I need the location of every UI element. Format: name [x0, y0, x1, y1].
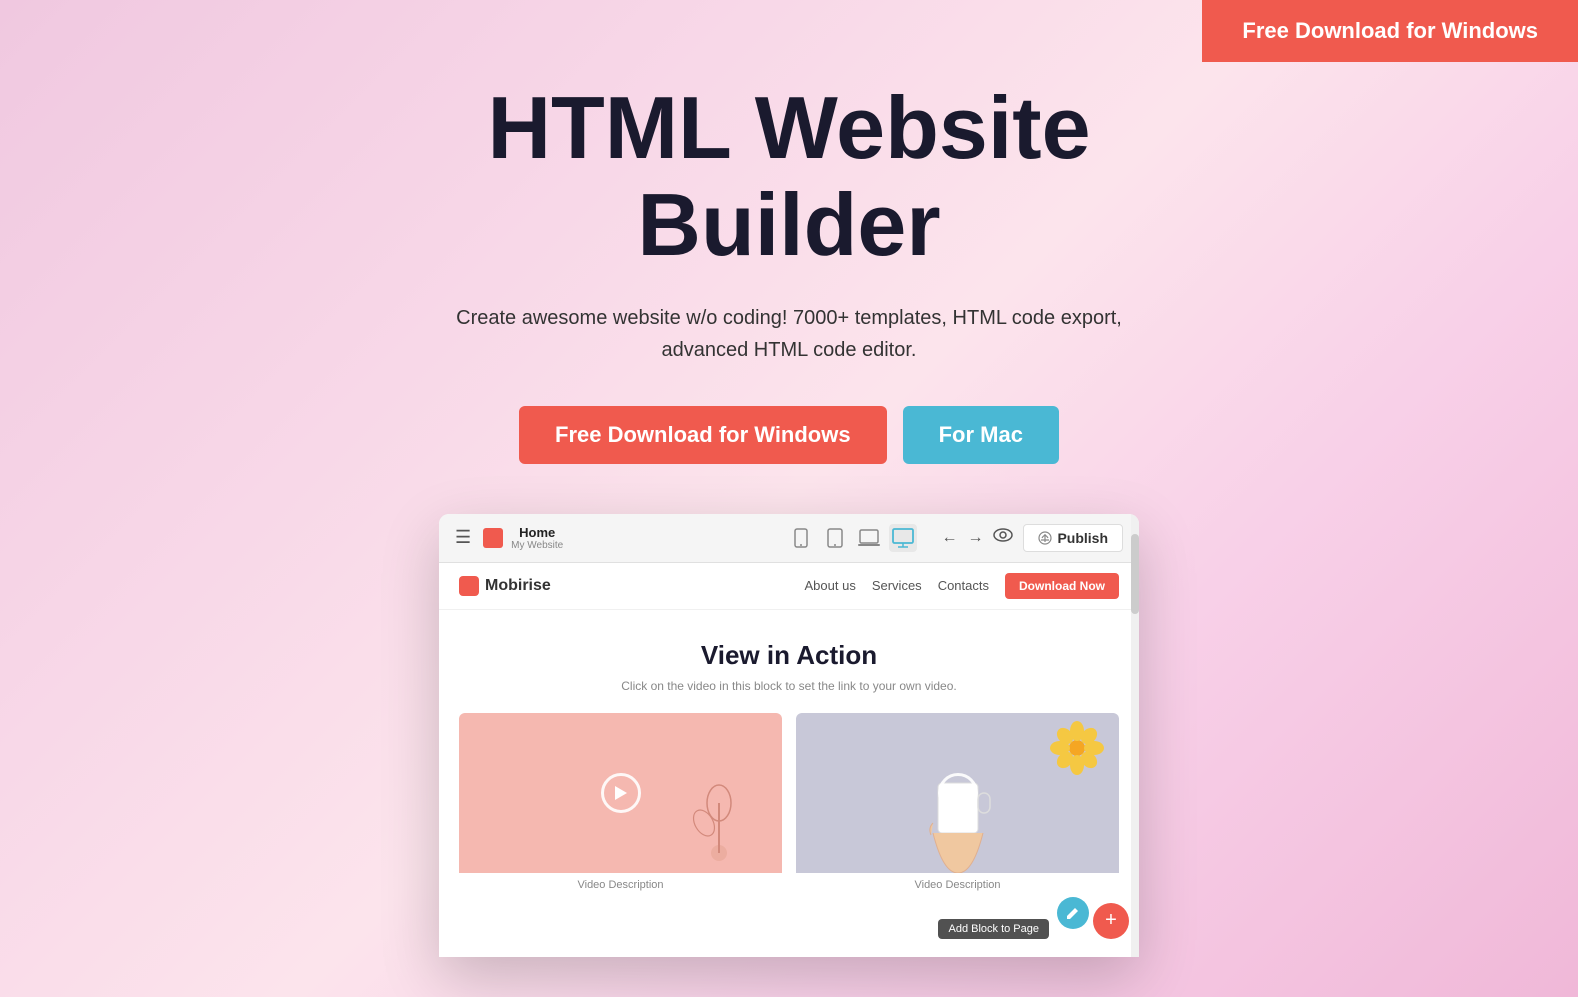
browser-mockup: ☰ Home My Website [439, 514, 1139, 957]
hero-section: HTML WebsiteBuilder Create awesome websi… [0, 0, 1578, 997]
preview-icon[interactable] [993, 528, 1013, 547]
publish-label: Publish [1057, 530, 1108, 546]
video-thumb-1 [459, 713, 782, 873]
video-card-2[interactable]: Video Description [796, 713, 1119, 897]
site-nav: Mobirise About us Services Contacts Down… [439, 563, 1139, 610]
edit-fab-button[interactable] [1057, 897, 1089, 929]
mobile-icon[interactable] [787, 524, 815, 552]
nav-contacts[interactable]: Contacts [938, 578, 989, 593]
page-info: Home My Website [483, 525, 563, 551]
top-download-button[interactable]: Free Download for Windows [1202, 0, 1578, 62]
nav-links: About us Services Contacts Download Now [805, 573, 1120, 599]
scrollbar-track[interactable] [1131, 514, 1139, 957]
play-button-2[interactable] [938, 773, 978, 813]
add-block-tooltip: Add Block to Page [938, 919, 1049, 939]
page-subname: My Website [511, 540, 563, 551]
content-subtitle: Click on the video in this block to set … [459, 679, 1119, 693]
content-area: View in Action Click on the video in thi… [439, 610, 1139, 917]
video-grid: Video Description [459, 713, 1119, 897]
page-name: Home [511, 525, 563, 540]
download-mac-button[interactable]: For Mac [903, 406, 1059, 464]
redo-icon[interactable]: → [967, 529, 983, 547]
page-icon [483, 528, 503, 548]
nav-about[interactable]: About us [805, 578, 856, 593]
publish-button[interactable]: Publish [1023, 524, 1123, 552]
play-button-1[interactable] [601, 773, 641, 813]
logo-icon [459, 576, 479, 596]
menu-icon[interactable]: ☰ [455, 527, 471, 548]
nav-services[interactable]: Services [872, 578, 922, 593]
browser-toolbar: ☰ Home My Website [439, 514, 1139, 563]
logo-text: Mobirise [485, 577, 551, 595]
add-fab-button[interactable]: + [1093, 903, 1129, 939]
desktop-icon[interactable] [889, 524, 917, 552]
fab-area: Add Block to Page + [439, 917, 1139, 957]
scrollbar-thumb[interactable] [1131, 534, 1139, 614]
tablet-icon[interactable] [821, 524, 849, 552]
video-card-1[interactable]: Video Description [459, 713, 782, 897]
hero-title: HTML WebsiteBuilder [0, 80, 1578, 274]
device-icons [787, 524, 917, 552]
laptop-icon[interactable] [855, 524, 883, 552]
hero-buttons: Free Download for Windows For Mac [0, 406, 1578, 464]
nav-cta-button[interactable]: Download Now [1005, 573, 1119, 599]
download-windows-button[interactable]: Free Download for Windows [519, 406, 887, 464]
content-title: View in Action [459, 640, 1119, 671]
undo-icon[interactable]: ← [941, 529, 957, 547]
video-thumb-2 [796, 713, 1119, 873]
site-logo: Mobirise [459, 576, 551, 596]
hero-subtitle: Create awesome website w/o coding! 7000+… [449, 302, 1129, 366]
toolbar-actions: ← → Publish [941, 524, 1123, 552]
